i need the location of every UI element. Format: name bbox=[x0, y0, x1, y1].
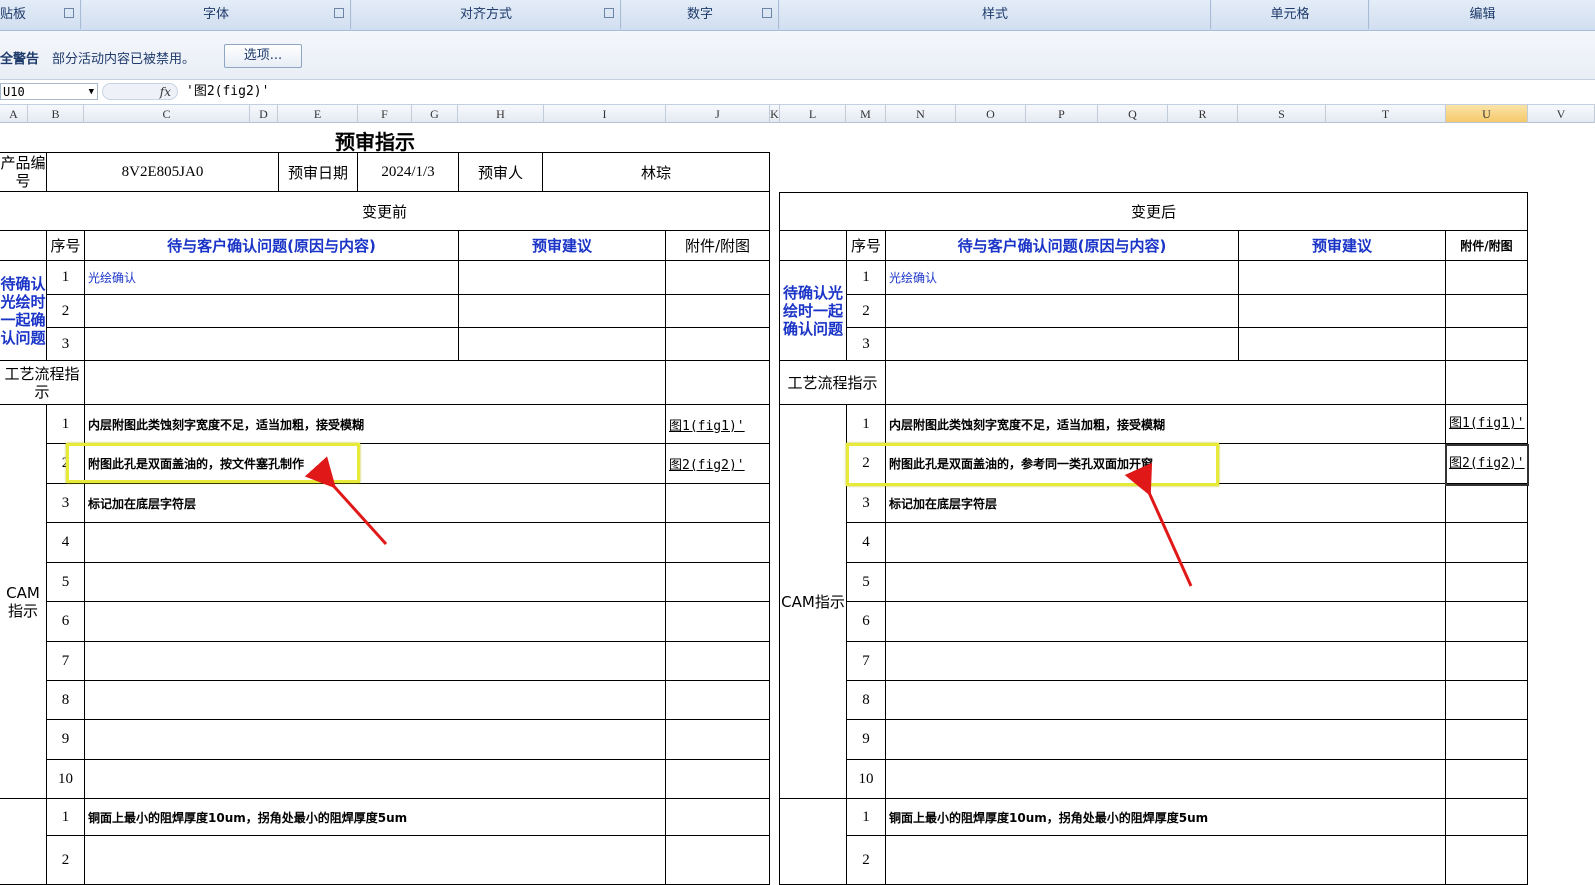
red-arrow-icon bbox=[1124, 462, 1193, 587]
red-arrow-icon bbox=[304, 456, 388, 546]
annotation-arrows bbox=[304, 456, 1193, 587]
